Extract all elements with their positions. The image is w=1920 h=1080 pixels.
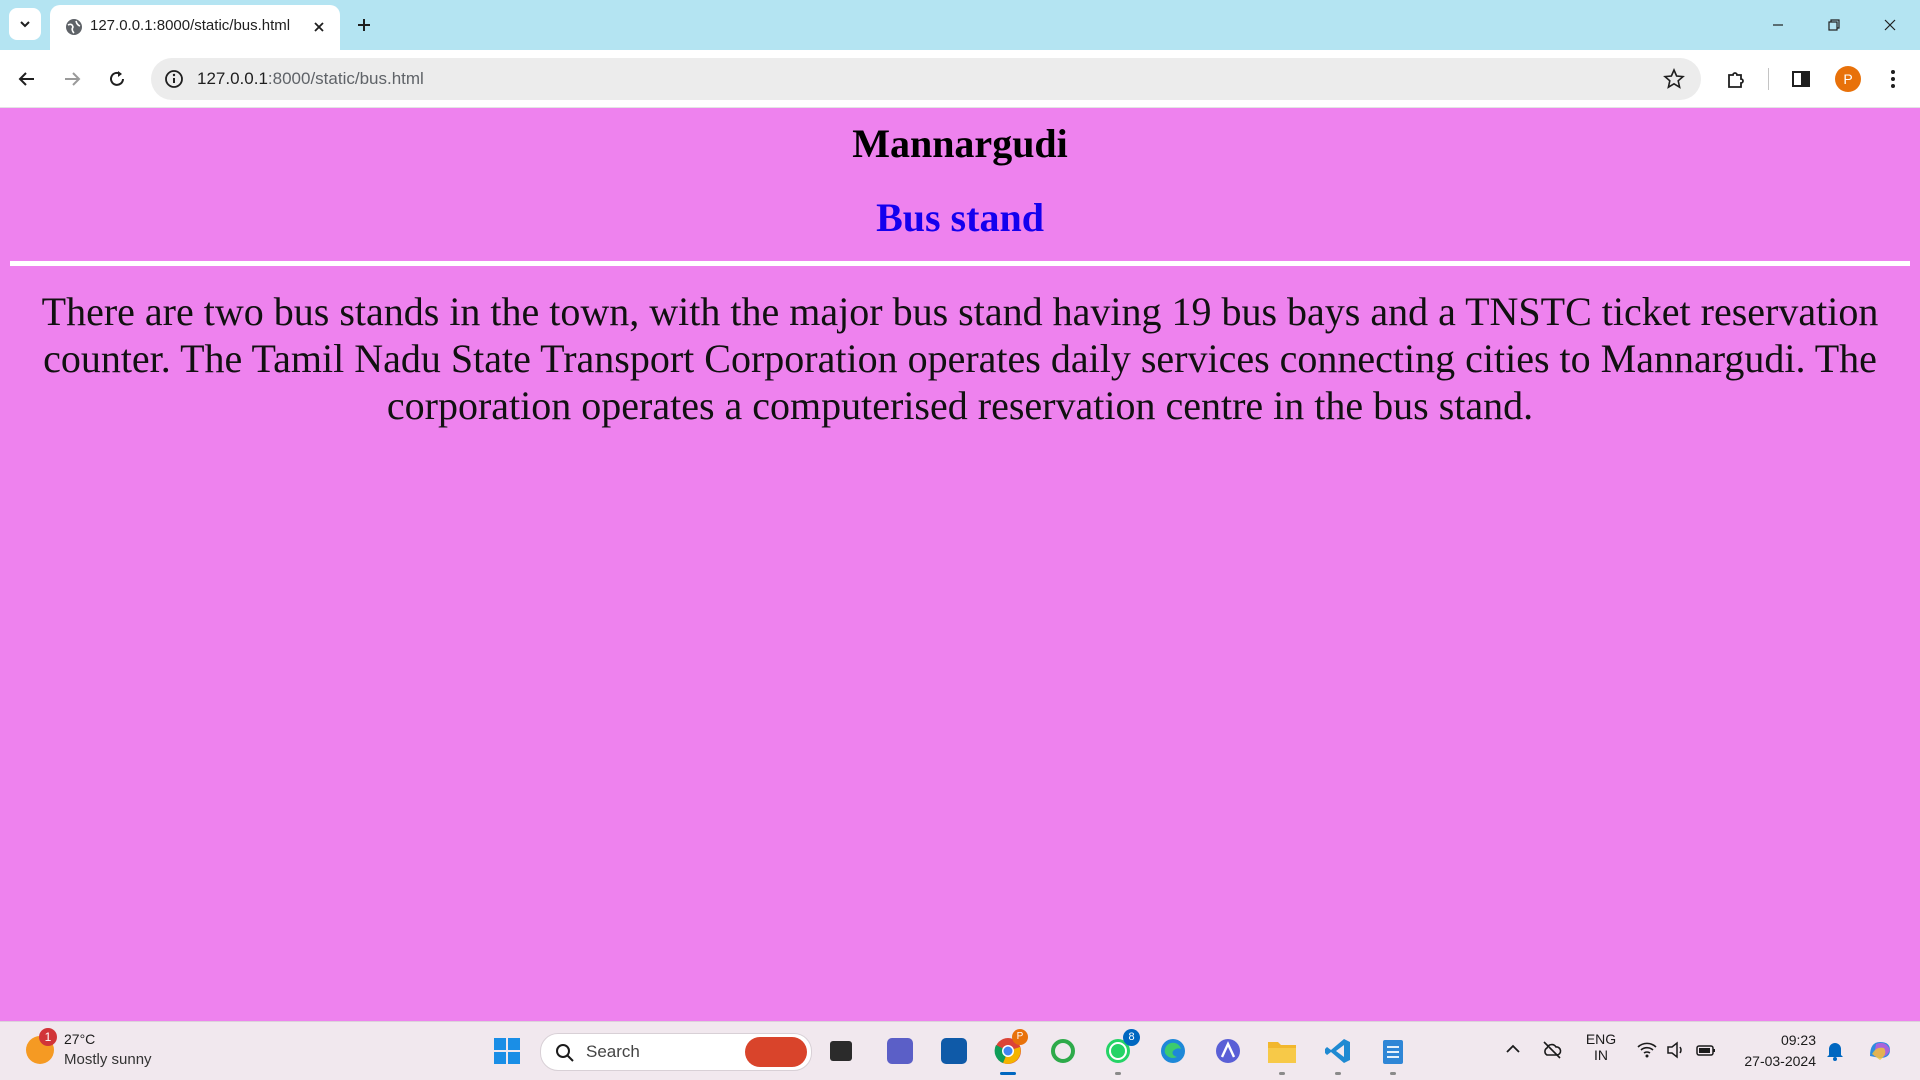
teams-icon bbox=[887, 1038, 913, 1064]
restore-button[interactable] bbox=[1806, 0, 1862, 50]
chevron-down-icon bbox=[20, 21, 30, 28]
notepad-app[interactable] bbox=[1377, 1035, 1409, 1075]
store-app[interactable] bbox=[938, 1035, 970, 1067]
close-window-button[interactable] bbox=[1862, 0, 1918, 50]
extensions-button[interactable] bbox=[1721, 64, 1751, 94]
start-button[interactable] bbox=[491, 1035, 523, 1067]
edge-icon bbox=[1161, 1039, 1185, 1063]
tab-strip: 127.0.0.1:8000/static/bus.html bbox=[0, 0, 1920, 50]
active-indicator bbox=[1000, 1072, 1016, 1075]
vector-app[interactable] bbox=[1212, 1035, 1244, 1067]
chrome-app[interactable]: P bbox=[992, 1029, 1028, 1075]
arrow-left-icon bbox=[18, 72, 34, 86]
task-view-icon bbox=[830, 1041, 852, 1061]
kebab-menu-icon bbox=[1891, 70, 1895, 88]
page-paragraph: There are two bus stands in the town, wi… bbox=[41, 289, 1879, 428]
teams-app[interactable] bbox=[884, 1035, 916, 1067]
info-icon[interactable] bbox=[163, 68, 185, 90]
arrow-right-icon bbox=[65, 72, 81, 86]
running-indicator bbox=[1335, 1072, 1341, 1075]
store-icon bbox=[941, 1038, 967, 1064]
taskbar: 1 27°C Mostly sunny Search P 8 ENG IN 09… bbox=[0, 1021, 1920, 1080]
profile-avatar[interactable]: P bbox=[1835, 66, 1861, 92]
new-tab-button[interactable] bbox=[350, 11, 378, 39]
puzzle-icon bbox=[1728, 72, 1744, 88]
wifi-icon[interactable] bbox=[1636, 1039, 1658, 1061]
close-tab-button[interactable] bbox=[308, 16, 330, 38]
running-indicator bbox=[1390, 1072, 1396, 1075]
vscode-icon bbox=[1325, 1039, 1350, 1063]
forward-button[interactable] bbox=[55, 62, 89, 96]
cloud-off-icon[interactable] bbox=[1541, 1039, 1563, 1061]
vscode-app[interactable] bbox=[1322, 1035, 1354, 1075]
reload-icon bbox=[110, 71, 124, 86]
weather-temperature: 27°C bbox=[64, 1031, 96, 1047]
plus-icon bbox=[358, 19, 370, 31]
address-bar[interactable]: 127.0.0.1:8000/static/bus.html bbox=[151, 58, 1701, 100]
windows-icon bbox=[494, 1038, 520, 1064]
chevron-up-icon[interactable] bbox=[1503, 1039, 1523, 1059]
notification-badge: 1 bbox=[39, 1028, 57, 1046]
url-text[interactable]: 127.0.0.1:8000/static/bus.html bbox=[197, 69, 424, 89]
language-indicator[interactable]: ENG IN bbox=[1584, 1031, 1618, 1063]
bell-icon[interactable] bbox=[1824, 1039, 1846, 1061]
circle-app[interactable] bbox=[1047, 1035, 1079, 1067]
ring-icon bbox=[1051, 1039, 1075, 1063]
page-content: Mannargudi Bus stand There are two bus s… bbox=[0, 108, 1920, 1021]
side-panel-button[interactable] bbox=[1786, 64, 1816, 94]
star-icon[interactable] bbox=[1663, 68, 1685, 90]
back-button[interactable] bbox=[10, 62, 44, 96]
search-label: Search bbox=[586, 1042, 640, 1061]
task-view-button[interactable] bbox=[825, 1035, 857, 1067]
reload-button[interactable] bbox=[100, 62, 134, 96]
globe-icon bbox=[66, 19, 82, 35]
edge-app[interactable] bbox=[1157, 1035, 1189, 1067]
close-icon bbox=[1884, 19, 1896, 31]
toolbar-divider bbox=[1768, 68, 1769, 90]
region-code: IN bbox=[1594, 1047, 1608, 1063]
close-icon bbox=[314, 22, 324, 32]
language-code: ENG bbox=[1585, 1031, 1617, 1047]
taskbar-search[interactable]: Search bbox=[540, 1033, 812, 1071]
folder-icon bbox=[1268, 1042, 1296, 1063]
search-highlight-icon bbox=[745, 1037, 807, 1067]
horizontal-rule bbox=[10, 261, 1910, 266]
page-heading: Mannargudi bbox=[852, 121, 1068, 166]
running-indicator bbox=[1115, 1072, 1121, 1075]
tab-search-button[interactable] bbox=[9, 8, 41, 40]
minimize-button[interactable] bbox=[1750, 0, 1806, 50]
notepad-icon bbox=[1383, 1040, 1403, 1064]
restore-icon bbox=[1828, 19, 1840, 31]
weather-condition: Mostly sunny bbox=[64, 1051, 152, 1068]
page-subheading: Bus stand bbox=[876, 195, 1044, 240]
running-indicator bbox=[1279, 1072, 1285, 1075]
active-tab[interactable]: 127.0.0.1:8000/static/bus.html bbox=[50, 5, 340, 50]
minimize-icon bbox=[1773, 24, 1783, 26]
clock-date: 27-03-2024 bbox=[1744, 1053, 1816, 1069]
copilot-icon[interactable] bbox=[1866, 1036, 1894, 1064]
side-panel-icon bbox=[1792, 71, 1810, 87]
search-icon bbox=[556, 1044, 574, 1062]
url-path: :8000/static/bus.html bbox=[267, 69, 424, 88]
url-host: 127.0.0.1 bbox=[197, 69, 268, 88]
whatsapp-badge: 8 bbox=[1123, 1029, 1140, 1046]
menu-button[interactable] bbox=[1878, 64, 1908, 94]
browser-toolbar: 127.0.0.1:8000/static/bus.html bbox=[0, 50, 1920, 108]
whatsapp-app[interactable]: 8 bbox=[1102, 1029, 1140, 1075]
battery-icon[interactable] bbox=[1695, 1039, 1717, 1061]
clock-time: 09:23 bbox=[1780, 1032, 1816, 1048]
tab-title: 127.0.0.1:8000/static/bus.html bbox=[90, 17, 291, 34]
speaker-icon[interactable] bbox=[1665, 1039, 1687, 1061]
file-explorer-app[interactable] bbox=[1266, 1035, 1298, 1075]
triangle-logo-icon bbox=[1216, 1039, 1240, 1063]
chrome-profile-badge: P bbox=[1012, 1029, 1028, 1045]
